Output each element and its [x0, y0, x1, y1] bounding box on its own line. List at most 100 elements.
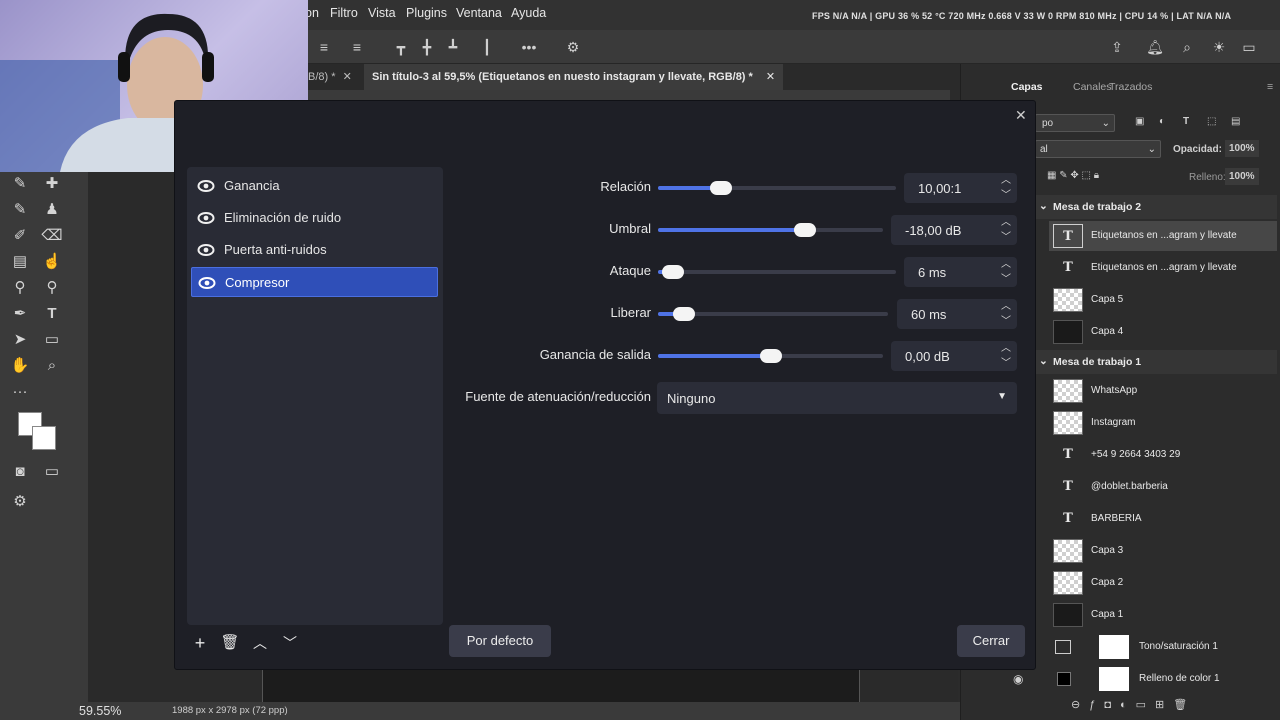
close-button[interactable]: Cerrar [957, 625, 1025, 657]
tab-active-document[interactable]: Sin título-3 al 59,5% (Etiquetanos en nu… [364, 64, 784, 90]
layer-row[interactable]: Capa 4 [1049, 317, 1277, 347]
rectangle-icon[interactable]: ▭ [40, 328, 64, 352]
align-left-icon[interactable]: ≡ [315, 38, 333, 56]
layer-row[interactable]: Capa 2 [1049, 568, 1277, 598]
defaults-button[interactable]: Por defecto [449, 625, 551, 657]
tab-paths[interactable]: Trazados [1109, 81, 1152, 93]
layer-row[interactable]: Instagram [1049, 408, 1277, 438]
distribute-icon[interactable]: ┃ [478, 38, 496, 56]
path-select-icon[interactable]: ➤ [8, 328, 32, 352]
menu-plugins[interactable]: Plugins [406, 6, 447, 20]
layer-row[interactable]: T +54 9 2664 3403 29 [1049, 440, 1277, 470]
move-down-icon[interactable]: ﹀ [278, 631, 302, 655]
output-gain-spinbox[interactable]: 0,00 dB ︿ ﹀ [891, 341, 1017, 371]
visibility-eye-icon[interactable]: ◉ [1013, 672, 1023, 686]
release-spinbox[interactable]: 60 ms ︿ ﹀ [897, 299, 1017, 329]
chevron-up-icon[interactable]: ︿ [995, 257, 1017, 272]
output-gain-slider[interactable] [658, 349, 883, 363]
chevron-down-icon[interactable]: ⌄ [1039, 355, 1048, 367]
dodge-icon[interactable]: ⚲ [8, 276, 32, 300]
ratio-slider[interactable] [658, 181, 896, 195]
move-up-icon[interactable]: ︿ [248, 631, 272, 655]
layer-row[interactable]: T Etiquetanos en ...agram y llevate [1049, 253, 1277, 283]
filter-smart-icon[interactable]: ▤ [1231, 116, 1240, 127]
history-brush-icon[interactable]: ✐ [8, 224, 32, 248]
layer-row[interactable]: T @doblet.barberia [1049, 472, 1277, 502]
menu-window[interactable]: Ventana [456, 6, 502, 20]
layer-actions-bar[interactable]: ⊖ƒ◘◐▭⊞🗑︎ [1071, 698, 1271, 714]
threshold-spinbox[interactable]: -18,00 dB ︿ ﹀ [891, 215, 1017, 245]
chevron-up-icon[interactable]: ︿ [995, 341, 1017, 356]
eyedropper-icon[interactable]: ✎ [8, 172, 32, 196]
tab-channels[interactable]: Canales [1073, 81, 1112, 93]
layer-row[interactable]: WhatsApp [1049, 376, 1277, 406]
chevron-down-icon[interactable]: ﹀ [995, 272, 1017, 287]
eye-icon[interactable] [197, 241, 215, 259]
chevron-down-icon[interactable]: ﹀ [995, 314, 1017, 329]
slider-handle[interactable] [794, 223, 816, 237]
brightness-icon[interactable]: ☀ [1210, 38, 1228, 56]
filter-item-noise-suppression[interactable]: Eliminación de ruido [191, 203, 438, 233]
close-icon[interactable]: ✕ [1015, 107, 1027, 124]
lock-pixels-icon[interactable]: ▦ ✎ ✥ ⬚ 🔒︎ [1047, 170, 1099, 181]
chevron-up-icon[interactable]: ︿ [995, 173, 1017, 188]
share-icon[interactable]: ⇪ [1108, 38, 1126, 56]
workspace-icon[interactable]: ▭ [1240, 38, 1258, 56]
menu-filter[interactable]: Filtro [330, 6, 358, 20]
layer-row[interactable]: Capa 3 [1049, 536, 1277, 566]
filter-shape-icon[interactable]: ⬚ [1207, 116, 1216, 127]
close-icon[interactable]: ✕ [766, 71, 775, 83]
slider-handle[interactable] [710, 181, 732, 195]
filter-adjustment-icon[interactable]: ◐ [1159, 116, 1165, 127]
more-tools-icon[interactable]: ··· [8, 380, 32, 404]
filter-item-gain[interactable]: Ganancia [191, 171, 438, 201]
attack-slider[interactable] [658, 265, 896, 279]
zoom-level[interactable]: 59.55% [79, 704, 121, 718]
zoom-icon[interactable]: ⌕ [40, 354, 64, 378]
align-center-icon[interactable]: ≡ [348, 38, 366, 56]
chevron-down-icon[interactable]: ⌄ [1039, 200, 1048, 212]
threshold-slider[interactable] [658, 223, 883, 237]
filter-item-noise-gate[interactable]: Puerta anti-ruidos [191, 235, 438, 265]
chevron-up-icon[interactable]: ︿ [995, 299, 1017, 314]
chevron-down-icon[interactable]: ﹀ [995, 188, 1017, 203]
panel-menu-icon[interactable]: ≡ [1267, 81, 1273, 93]
layer-row[interactable]: Capa 1 [1049, 600, 1277, 630]
zoom-lens-icon[interactable]: ⚲ [40, 276, 64, 300]
brush-icon[interactable]: ✎ [8, 198, 32, 222]
layer-row[interactable]: Tono/saturación 1 [1049, 632, 1277, 662]
layer-row[interactable]: T BARBERIA [1049, 504, 1277, 534]
tab-layers[interactable]: Capas [1011, 81, 1043, 93]
filter-image-icon[interactable]: ▣ [1135, 116, 1144, 127]
smudge-icon[interactable]: ☝ [40, 250, 64, 274]
trash-icon[interactable]: 🗑︎ [218, 631, 242, 655]
gradient-icon[interactable]: ▤ [8, 250, 32, 274]
opacity-input[interactable]: 100% [1225, 140, 1259, 157]
menu-help[interactable]: Ayuda [511, 6, 546, 20]
layer-row[interactable]: Capa 5 [1049, 285, 1277, 315]
slider-handle[interactable] [760, 349, 782, 363]
quick-mask-icon[interactable]: ◙ [8, 460, 32, 484]
sidechain-source-select[interactable]: Ninguno ▼ [657, 382, 1017, 414]
slider-handle[interactable] [662, 265, 684, 279]
chevron-up-icon[interactable]: ︿ [995, 215, 1017, 230]
gear-icon[interactable]: ⚙ [564, 38, 582, 56]
layer-group[interactable]: ⌄ Mesa de trabajo 2 [1035, 195, 1277, 219]
layer-kind-filter[interactable]: po ⌄ [1035, 114, 1115, 132]
dropdown-arrow-icon[interactable]: ▼ [997, 391, 1007, 402]
filter-item-compressor[interactable]: Compresor [191, 267, 438, 297]
screen-mode-icon[interactable]: ▭ [40, 460, 64, 484]
tab-previous-document[interactable]: B/8) * ✕ [300, 64, 360, 90]
blend-mode-select[interactable]: al ⌄ [1035, 140, 1161, 158]
background-color-swatch[interactable] [32, 426, 56, 450]
eye-icon[interactable] [197, 209, 215, 227]
edit-toolbar-icon[interactable]: ⚙ [8, 490, 32, 514]
layer-row[interactable]: Relleno de color 1 [1049, 664, 1277, 694]
bell-icon[interactable]: 🔔︎ [1146, 38, 1164, 56]
menu-view[interactable]: Vista [368, 6, 396, 20]
more-icon[interactable]: ••• [520, 38, 538, 56]
hand-icon[interactable]: ✋ [8, 354, 32, 378]
layer-group[interactable]: ⌄ Mesa de trabajo 1 [1035, 350, 1277, 374]
pen-icon[interactable]: ✒ [8, 302, 32, 326]
add-filter-icon[interactable]: + [188, 631, 212, 655]
